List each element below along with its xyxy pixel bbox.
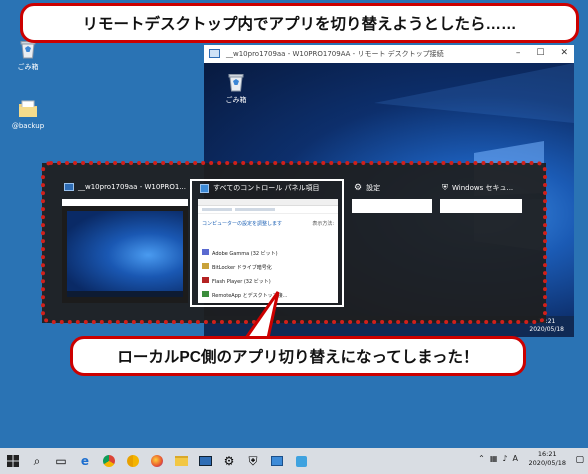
- windows-logo-icon: [7, 455, 19, 467]
- explorer-icon[interactable]: [170, 450, 192, 472]
- task-view-icon[interactable]: ▭: [50, 450, 72, 472]
- maximize-button[interactable]: ☐: [536, 48, 544, 58]
- shield-icon[interactable]: ⛨: [242, 450, 264, 472]
- desktop-icon-label: ごみ箱: [17, 63, 39, 71]
- remote-desktop-icon[interactable]: [194, 450, 216, 472]
- volume-icon[interactable]: ♪: [502, 454, 507, 463]
- callout-top: リモートデスクトップ内でアプリを切り替えようとしたら……: [20, 3, 579, 43]
- folder-icon: [17, 98, 39, 120]
- remote-window-titlebar[interactable]: __w10pro1709aa - W10PRO1709AA - リモート デスク…: [204, 45, 574, 63]
- search-icon[interactable]: ⌕: [26, 450, 48, 472]
- taskbar-clock[interactable]: 16:21 2020/05/18: [529, 450, 566, 468]
- desktop-icon-recycle-bin[interactable]: ごみ箱: [6, 38, 50, 72]
- control-panel-icon[interactable]: [266, 450, 288, 472]
- firefox-icon[interactable]: [146, 450, 168, 472]
- start-button[interactable]: [2, 450, 24, 472]
- chrome-canary-icon[interactable]: [122, 450, 144, 472]
- chevron-up-icon[interactable]: ⌃: [478, 454, 485, 463]
- gear-icon[interactable]: ⚙: [218, 450, 240, 472]
- system-tray: ⌃ ▦ ♪ A: [478, 454, 518, 463]
- close-button[interactable]: ✕: [560, 48, 568, 58]
- desktop-icon-label: @backup: [11, 122, 45, 130]
- remote-desktop-icon-recycle-bin[interactable]: ごみ箱: [216, 71, 256, 105]
- remote-desktop-icon-label: ごみ箱: [225, 96, 247, 104]
- callout-bottom: ローカルPC側のアプリ切り替えになってしまった！: [70, 336, 526, 376]
- minimize-button[interactable]: –: [516, 48, 521, 58]
- network-icon[interactable]: ▦: [490, 454, 498, 463]
- app-icon[interactable]: [290, 450, 312, 472]
- desktop-icon-backup[interactable]: @backup: [6, 98, 50, 130]
- remote-desktop-icon: [209, 49, 220, 58]
- remote-window-title: __w10pro1709aa - W10PRO1709AA - リモート デスク…: [226, 50, 444, 58]
- ime-indicator[interactable]: A: [513, 454, 518, 463]
- edge-icon[interactable]: e: [74, 450, 96, 472]
- local-desktop: ごみ箱 @backup __w10pro1709aa - W10PRO1709A…: [0, 0, 588, 474]
- local-taskbar: ⌕ ▭ e ⚙ ⛨ ⌃ ▦ ♪ A 16:21 2020/05/18 ▢: [0, 448, 588, 474]
- callout-pointer: [243, 291, 280, 340]
- recycle-bin-icon: [225, 71, 247, 93]
- notification-icon[interactable]: ▢: [575, 455, 584, 465]
- chrome-icon[interactable]: [98, 450, 120, 472]
